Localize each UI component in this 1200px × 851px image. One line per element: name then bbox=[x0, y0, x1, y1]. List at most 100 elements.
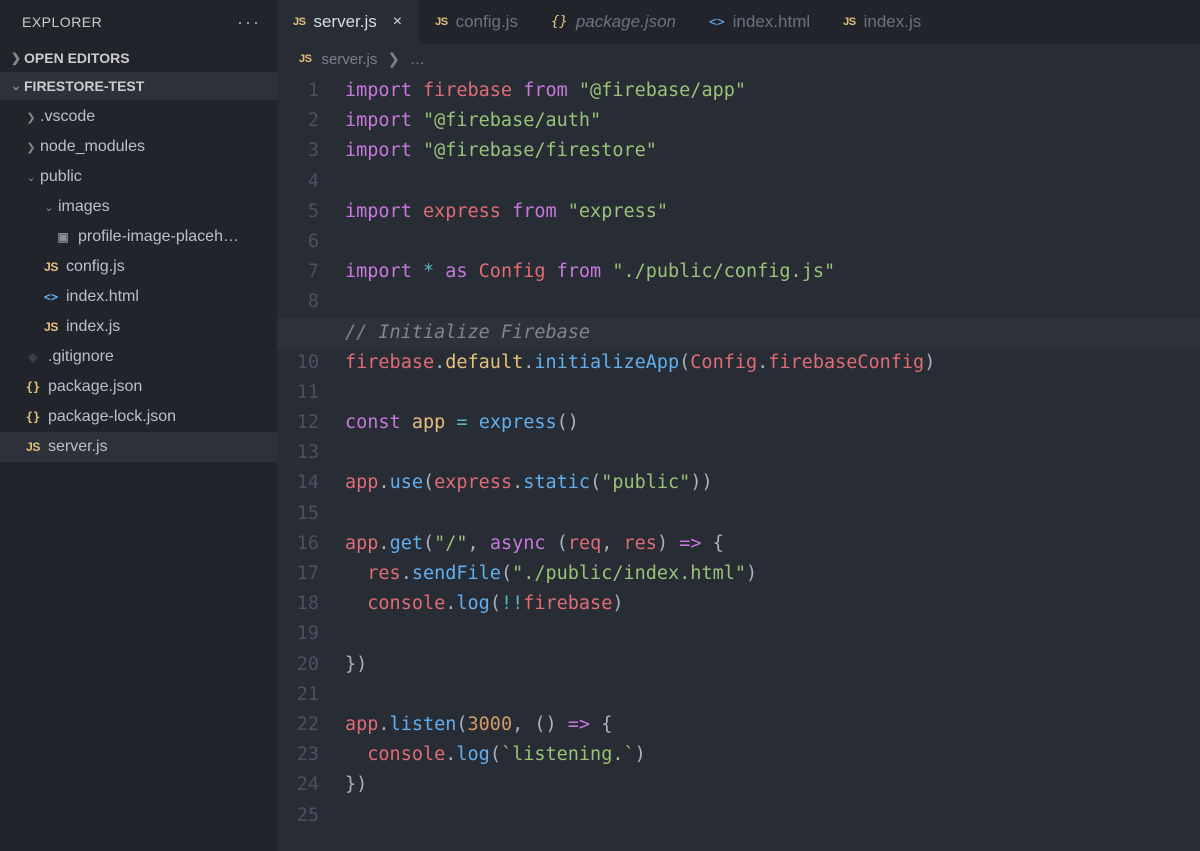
line-number: 17 bbox=[277, 559, 319, 589]
file-item[interactable]: {} package.json bbox=[0, 372, 277, 402]
chevron-right-icon: ❯ bbox=[22, 141, 40, 154]
tab-label: index.js bbox=[864, 12, 922, 32]
line-number: 21 bbox=[277, 680, 319, 710]
file-item[interactable]: JSindex.js bbox=[0, 312, 277, 342]
line-number: 2 bbox=[277, 106, 319, 136]
line-number: 1 bbox=[277, 76, 319, 106]
json-file-icon: {} bbox=[551, 14, 568, 30]
breadcrumb-rest: … bbox=[410, 51, 425, 68]
tree-item-label: profile-image-placeh… bbox=[78, 228, 239, 246]
line-number: 10 bbox=[277, 348, 319, 378]
folder-item[interactable]: ❯node_modules bbox=[0, 132, 277, 162]
code-line[interactable]: import "@firebase/auth" bbox=[345, 106, 1200, 136]
tree-item-label: .gitignore bbox=[48, 348, 114, 366]
tree-item-label: config.js bbox=[66, 258, 125, 276]
js-file-icon: JS bbox=[299, 53, 311, 65]
line-number: 13 bbox=[277, 438, 319, 468]
line-number: 6 bbox=[277, 227, 319, 257]
tab-label: package.json bbox=[576, 12, 676, 32]
code-line[interactable]: import express from "express" bbox=[345, 197, 1200, 227]
tab-label: config.js bbox=[456, 12, 518, 32]
tree-item-label: package.json bbox=[48, 378, 142, 396]
code-line[interactable]: app.use(express.static("public")) bbox=[345, 468, 1200, 498]
code-editor[interactable]: 1234567891011121314151617181920212223242… bbox=[277, 74, 1200, 851]
file-item[interactable]: <> index.html bbox=[0, 282, 277, 312]
code-line[interactable] bbox=[345, 287, 1200, 317]
code-line[interactable] bbox=[345, 619, 1200, 649]
line-number: 24 bbox=[277, 770, 319, 800]
folder-item[interactable]: ❯.vscode bbox=[0, 102, 277, 132]
chevron-down-icon: ⌄ bbox=[22, 171, 40, 184]
tree-item-label: .vscode bbox=[40, 108, 95, 126]
code-line[interactable]: // Initialize Firebase bbox=[277, 318, 1200, 348]
close-tab-icon[interactable]: × bbox=[393, 13, 402, 31]
line-number: 4 bbox=[277, 167, 319, 197]
file-tree: ❯.vscode❯node_modules⌄public⌄images▣prof… bbox=[0, 100, 277, 464]
editor-tab[interactable]: JS index.js bbox=[827, 0, 938, 44]
line-number: 12 bbox=[277, 408, 319, 438]
code-line[interactable]: import firebase from "@firebase/app" bbox=[345, 76, 1200, 106]
editor-tab[interactable]: JSconfig.js bbox=[419, 0, 535, 44]
code-line[interactable]: app.listen(3000, () => { bbox=[345, 710, 1200, 740]
tree-item-label: node_modules bbox=[40, 138, 145, 156]
code-line[interactable]: console.log(`listening.`) bbox=[345, 740, 1200, 770]
folder-item[interactable]: ⌄images bbox=[0, 192, 277, 222]
line-number: 14 bbox=[277, 468, 319, 498]
tree-item-label: index.html bbox=[66, 288, 139, 306]
editor-tab[interactable]: JSserver.js× bbox=[277, 0, 419, 44]
open-editors-section[interactable]: ❯ OPEN EDITORS bbox=[0, 44, 277, 72]
line-number: 15 bbox=[277, 499, 319, 529]
editor-tab[interactable]: <>index.html bbox=[693, 0, 827, 44]
folder-item[interactable]: ⌄public bbox=[0, 162, 277, 192]
project-name: FIRESTORE-TEST bbox=[24, 78, 144, 94]
js-file-icon: JS bbox=[22, 440, 44, 454]
project-section[interactable]: ⌄ FIRESTORE-TEST bbox=[0, 72, 277, 100]
git-file-icon: ◆ bbox=[22, 350, 44, 364]
chevron-right-icon: ❯ bbox=[22, 111, 40, 124]
line-number: 23 bbox=[277, 740, 319, 770]
chevron-right-icon: ❯ bbox=[8, 51, 24, 65]
html-file-icon: <> bbox=[709, 15, 725, 30]
code-line[interactable]: firebase.default.initializeApp(Config.fi… bbox=[345, 348, 1200, 378]
code-line[interactable]: console.log(!!firebase) bbox=[345, 589, 1200, 619]
code-line[interactable]: res.sendFile("./public/index.html") bbox=[345, 559, 1200, 589]
code-line[interactable]: import "@firebase/firestore" bbox=[345, 136, 1200, 166]
code-content[interactable]: import firebase from "@firebase/app"impo… bbox=[337, 76, 1200, 851]
code-line[interactable] bbox=[345, 499, 1200, 529]
code-line[interactable] bbox=[345, 438, 1200, 468]
line-number: 16 bbox=[277, 529, 319, 559]
code-line[interactable]: app.get("/", async (req, res) => { bbox=[345, 529, 1200, 559]
file-item[interactable]: ◆ .gitignore bbox=[0, 342, 277, 372]
sidebar-header: EXPLORER ··· bbox=[0, 0, 277, 44]
html-file-icon: <> bbox=[40, 290, 62, 304]
js-file-icon: JS bbox=[40, 320, 62, 334]
code-line[interactable]: import * as Config from "./public/config… bbox=[345, 257, 1200, 287]
breadcrumb[interactable]: JS server.js ❯ … bbox=[277, 44, 1200, 74]
line-number: 22 bbox=[277, 710, 319, 740]
file-item[interactable]: JS server.js bbox=[0, 432, 277, 462]
code-line[interactable] bbox=[345, 378, 1200, 408]
code-line[interactable] bbox=[345, 167, 1200, 197]
code-line[interactable]: }) bbox=[345, 650, 1200, 680]
code-line[interactable] bbox=[345, 801, 1200, 831]
tree-item-label: package-lock.json bbox=[48, 408, 176, 426]
file-item[interactable]: JS config.js bbox=[0, 252, 277, 282]
line-gutter: 1234567891011121314151617181920212223242… bbox=[277, 76, 337, 851]
editor-tab[interactable]: {} package.json bbox=[535, 0, 693, 44]
js-file-icon: JS bbox=[843, 16, 855, 28]
tree-item-label: server.js bbox=[48, 438, 108, 456]
json-file-icon: {} bbox=[22, 380, 44, 394]
code-line[interactable] bbox=[345, 227, 1200, 257]
line-number: 20 bbox=[277, 650, 319, 680]
more-actions-icon[interactable]: ··· bbox=[237, 12, 261, 33]
code-line[interactable] bbox=[345, 680, 1200, 710]
line-number: 11 bbox=[277, 378, 319, 408]
tree-item-label: public bbox=[40, 168, 82, 186]
file-item[interactable]: ▣profile-image-placeh… bbox=[0, 222, 277, 252]
sidebar: EXPLORER ··· ❯ OPEN EDITORS ⌄ FIRESTORE-… bbox=[0, 0, 277, 851]
file-item[interactable]: {} package-lock.json bbox=[0, 402, 277, 432]
code-line[interactable]: const app = express() bbox=[345, 408, 1200, 438]
js-file-icon: JS bbox=[40, 260, 62, 274]
json-file-icon: {} bbox=[22, 410, 44, 424]
code-line[interactable]: }) bbox=[345, 770, 1200, 800]
